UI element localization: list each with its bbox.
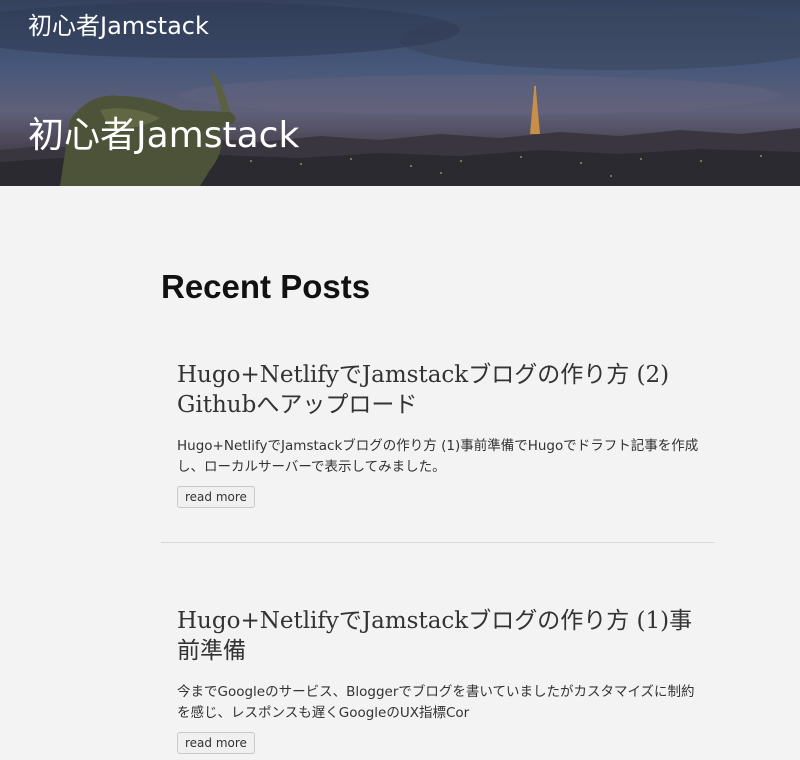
read-more-button[interactable]: read more bbox=[177, 732, 255, 754]
post-card: Hugo+NetlifyでJamstackブログの作り方 (2) Githubへ… bbox=[177, 360, 707, 508]
post-summary: 今までGoogleのサービス、Bloggerでブログを書いていましたがカスタマイ… bbox=[177, 684, 695, 721]
read-more-button[interactable]: read more bbox=[177, 486, 255, 508]
site-header: 初心者Jamstack 初心者Jamstack bbox=[0, 0, 800, 186]
section-title: Recent Posts bbox=[161, 268, 371, 305]
post-title: Hugo+NetlifyでJamstackブログの作り方 (2) Githubへ… bbox=[177, 360, 707, 420]
site-name-link[interactable]: 初心者Jamstack bbox=[28, 6, 209, 41]
post-title-link[interactable]: Hugo+NetlifyでJamstackブログの作り方 (2) Githubへ… bbox=[177, 362, 669, 418]
post-summary: Hugo+NetlifyでJamstackブログの作り方 (1)事前準備でHug… bbox=[177, 438, 699, 475]
post-card: Hugo+NetlifyでJamstackブログの作り方 (1)事前準備 今まで… bbox=[177, 606, 707, 754]
post-title: Hugo+NetlifyでJamstackブログの作り方 (1)事前準備 bbox=[177, 606, 707, 666]
post-divider bbox=[161, 542, 715, 543]
hero-title: 初心者Jamstack bbox=[28, 115, 300, 156]
post-title-link[interactable]: Hugo+NetlifyでJamstackブログの作り方 (1)事前準備 bbox=[177, 608, 692, 664]
